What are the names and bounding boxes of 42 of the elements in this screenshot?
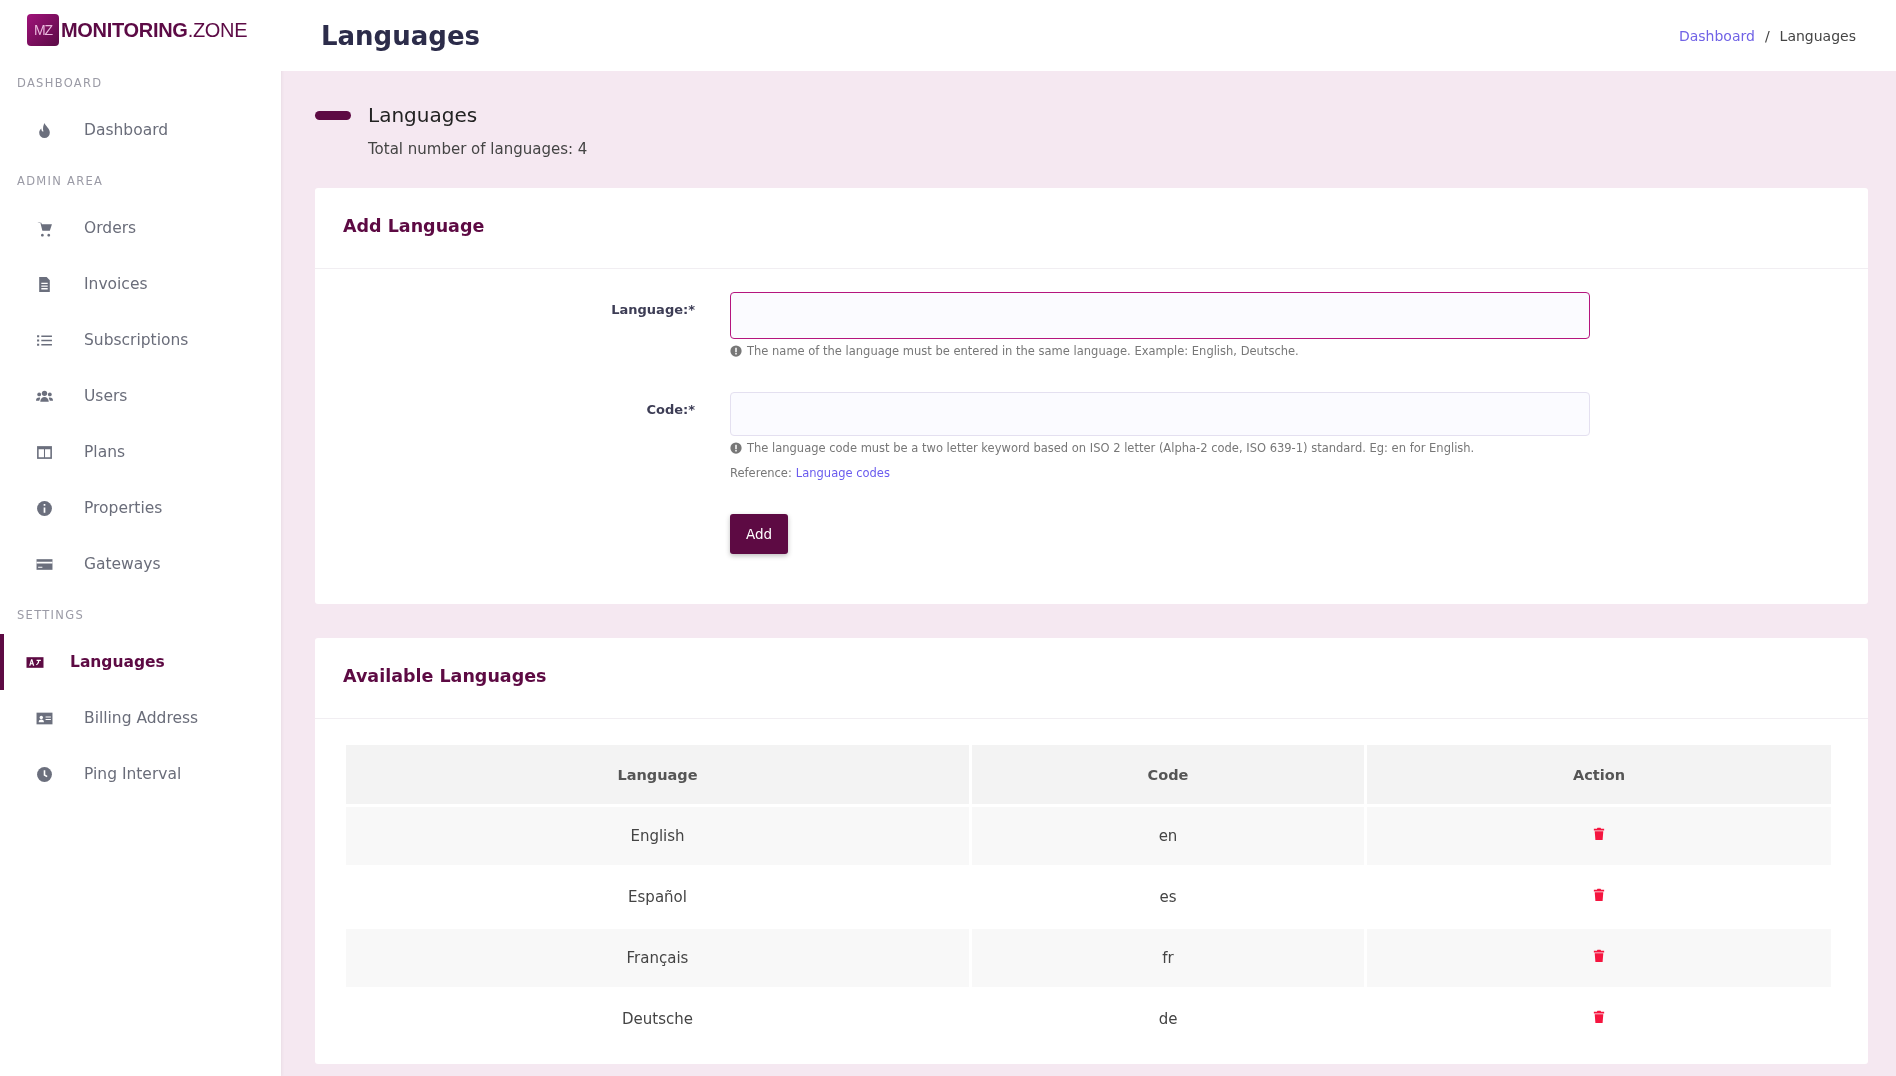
add-button[interactable]: Add xyxy=(730,514,788,554)
section-title: Languages xyxy=(368,103,478,127)
page-title: Languages xyxy=(321,20,480,51)
sidebar-item[interactable]: Invoices xyxy=(0,256,281,312)
table-cell-text: es xyxy=(1158,887,1178,908)
table-cell-text: de xyxy=(1157,1009,1179,1030)
table-cell: Français xyxy=(346,929,969,987)
sidebar-item[interactable]: Languages xyxy=(0,634,281,690)
sidebar-item[interactable]: Ping Interval xyxy=(0,746,281,802)
section-label: DASHBOARD xyxy=(16,75,104,92)
sidebar-item[interactable]: Properties xyxy=(0,480,281,536)
sidebar-item[interactable]: Gateways xyxy=(0,536,281,592)
hint-text: The name of the language must be entered in the same language. Example: English, Deutsche. xyxy=(747,344,1299,358)
sidebar-item[interactable]: Billing Address xyxy=(0,690,281,746)
table-cell-text: Español xyxy=(627,887,688,908)
field-label: Code:* xyxy=(645,401,695,419)
section-label: SETTINGS xyxy=(16,607,86,624)
breadcrumb-text: / xyxy=(1764,27,1770,44)
breadcrumb-text: Languages xyxy=(1779,27,1856,44)
sidebar-item[interactable]: Plans xyxy=(0,424,281,480)
field-label: Language:* xyxy=(610,301,695,319)
table-cell: en xyxy=(972,807,1364,865)
sidebar-item[interactable]: Users xyxy=(0,368,281,424)
column-header: Action xyxy=(1367,745,1831,804)
column-header: Code xyxy=(972,745,1364,804)
logo-wordmark: MONITORING.ZONE xyxy=(61,18,248,42)
logo-badge: MZ xyxy=(27,14,59,46)
column-header: Language xyxy=(346,745,969,804)
card-title: Add Language xyxy=(315,188,1868,269)
sidebar-item[interactable]: Subscriptions xyxy=(0,312,281,368)
sidebar-item[interactable]: Orders xyxy=(0,200,281,256)
table-cell-text: Deutsche xyxy=(621,1009,694,1030)
breadcrumb-link[interactable]: Dashboard xyxy=(1678,27,1755,44)
card-title: Available Languages xyxy=(315,638,1868,719)
section-label: ADMIN AREA xyxy=(16,173,105,190)
hint-text: The language code must be a two letter keyword based on ISO 2 letter (Alpha-2 code, ISO 639-1) standard. Eg: en for English. xyxy=(747,441,1475,455)
sidebar-item[interactable]: Dashboard xyxy=(0,102,281,158)
table-cell: English xyxy=(346,807,969,865)
reference-label: Reference: xyxy=(730,466,792,480)
language-count: Total number of languages: 4 xyxy=(367,140,589,158)
table-cell: fr xyxy=(972,929,1364,987)
reference-link[interactable]: Language codes xyxy=(795,466,890,480)
